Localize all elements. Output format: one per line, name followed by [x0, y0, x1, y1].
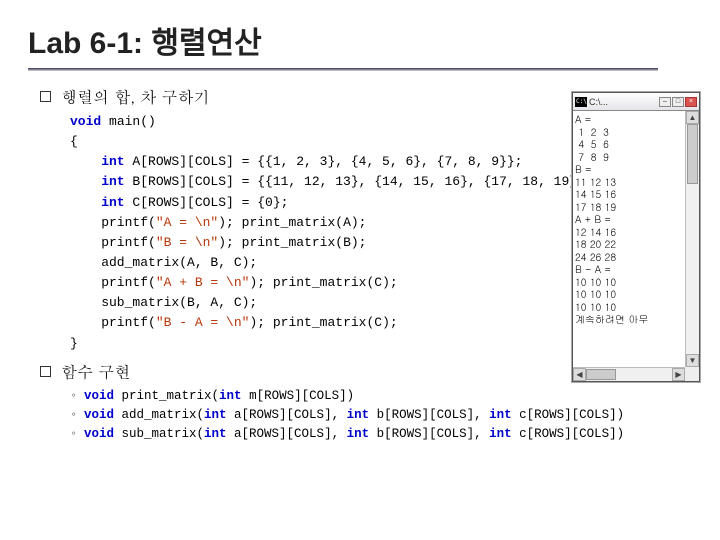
- circle-bullet-icon: ◦: [70, 387, 84, 406]
- console-titlebar[interactable]: C:\... – □ ×: [573, 93, 699, 111]
- signature-3: ◦ void sub_matrix(int a[ROWS][COLS], int…: [70, 425, 692, 444]
- page-title: Lab 6-1: 행렬연산: [28, 18, 692, 62]
- scroll-track-h[interactable]: [586, 368, 672, 381]
- scroll-left-icon[interactable]: ◀: [573, 368, 586, 381]
- signature-1: ◦ void print_matrix(int m[ROWS][COLS]): [70, 387, 692, 406]
- close-button[interactable]: ×: [685, 97, 697, 107]
- console-title: C:\...: [589, 97, 657, 107]
- scroll-thumb-v[interactable]: [687, 124, 698, 184]
- bullet-text-2: 함수 구현: [61, 360, 130, 383]
- bullet-text-1: 행렬의 합, 차 구하기: [61, 85, 210, 108]
- scrollbar-corner: [685, 367, 699, 381]
- circle-bullet-icon: ◦: [70, 406, 84, 425]
- circle-bullet-icon: ◦: [70, 425, 84, 444]
- square-bullet-icon: [40, 366, 51, 377]
- scroll-thumb-h[interactable]: [586, 369, 616, 380]
- kw-void: void: [70, 114, 101, 129]
- scroll-right-icon[interactable]: ▶: [672, 368, 685, 381]
- maximize-button[interactable]: □: [672, 97, 684, 107]
- minimize-button[interactable]: –: [659, 97, 671, 107]
- signature-2: ◦ void add_matrix(int a[ROWS][COLS], int…: [70, 406, 692, 425]
- horizontal-scrollbar[interactable]: ◀ ▶: [573, 367, 685, 381]
- scroll-up-icon[interactable]: ▲: [686, 111, 699, 124]
- console-output: A = 1 2 3 4 5 6 7 8 9 B = 11 12 13 14 15…: [573, 111, 685, 367]
- square-bullet-icon: [40, 91, 51, 102]
- title-underline: [28, 68, 658, 71]
- vertical-scrollbar[interactable]: ▲ ▼: [685, 111, 699, 367]
- console-window: C:\... – □ × A = 1 2 3 4 5 6 7 8 9 B = 1…: [572, 92, 700, 382]
- scroll-track-v[interactable]: [686, 124, 699, 354]
- signature-list: ◦ void print_matrix(int m[ROWS][COLS]) ◦…: [70, 387, 692, 445]
- cmd-icon: [575, 97, 587, 107]
- scroll-down-icon[interactable]: ▼: [686, 354, 699, 367]
